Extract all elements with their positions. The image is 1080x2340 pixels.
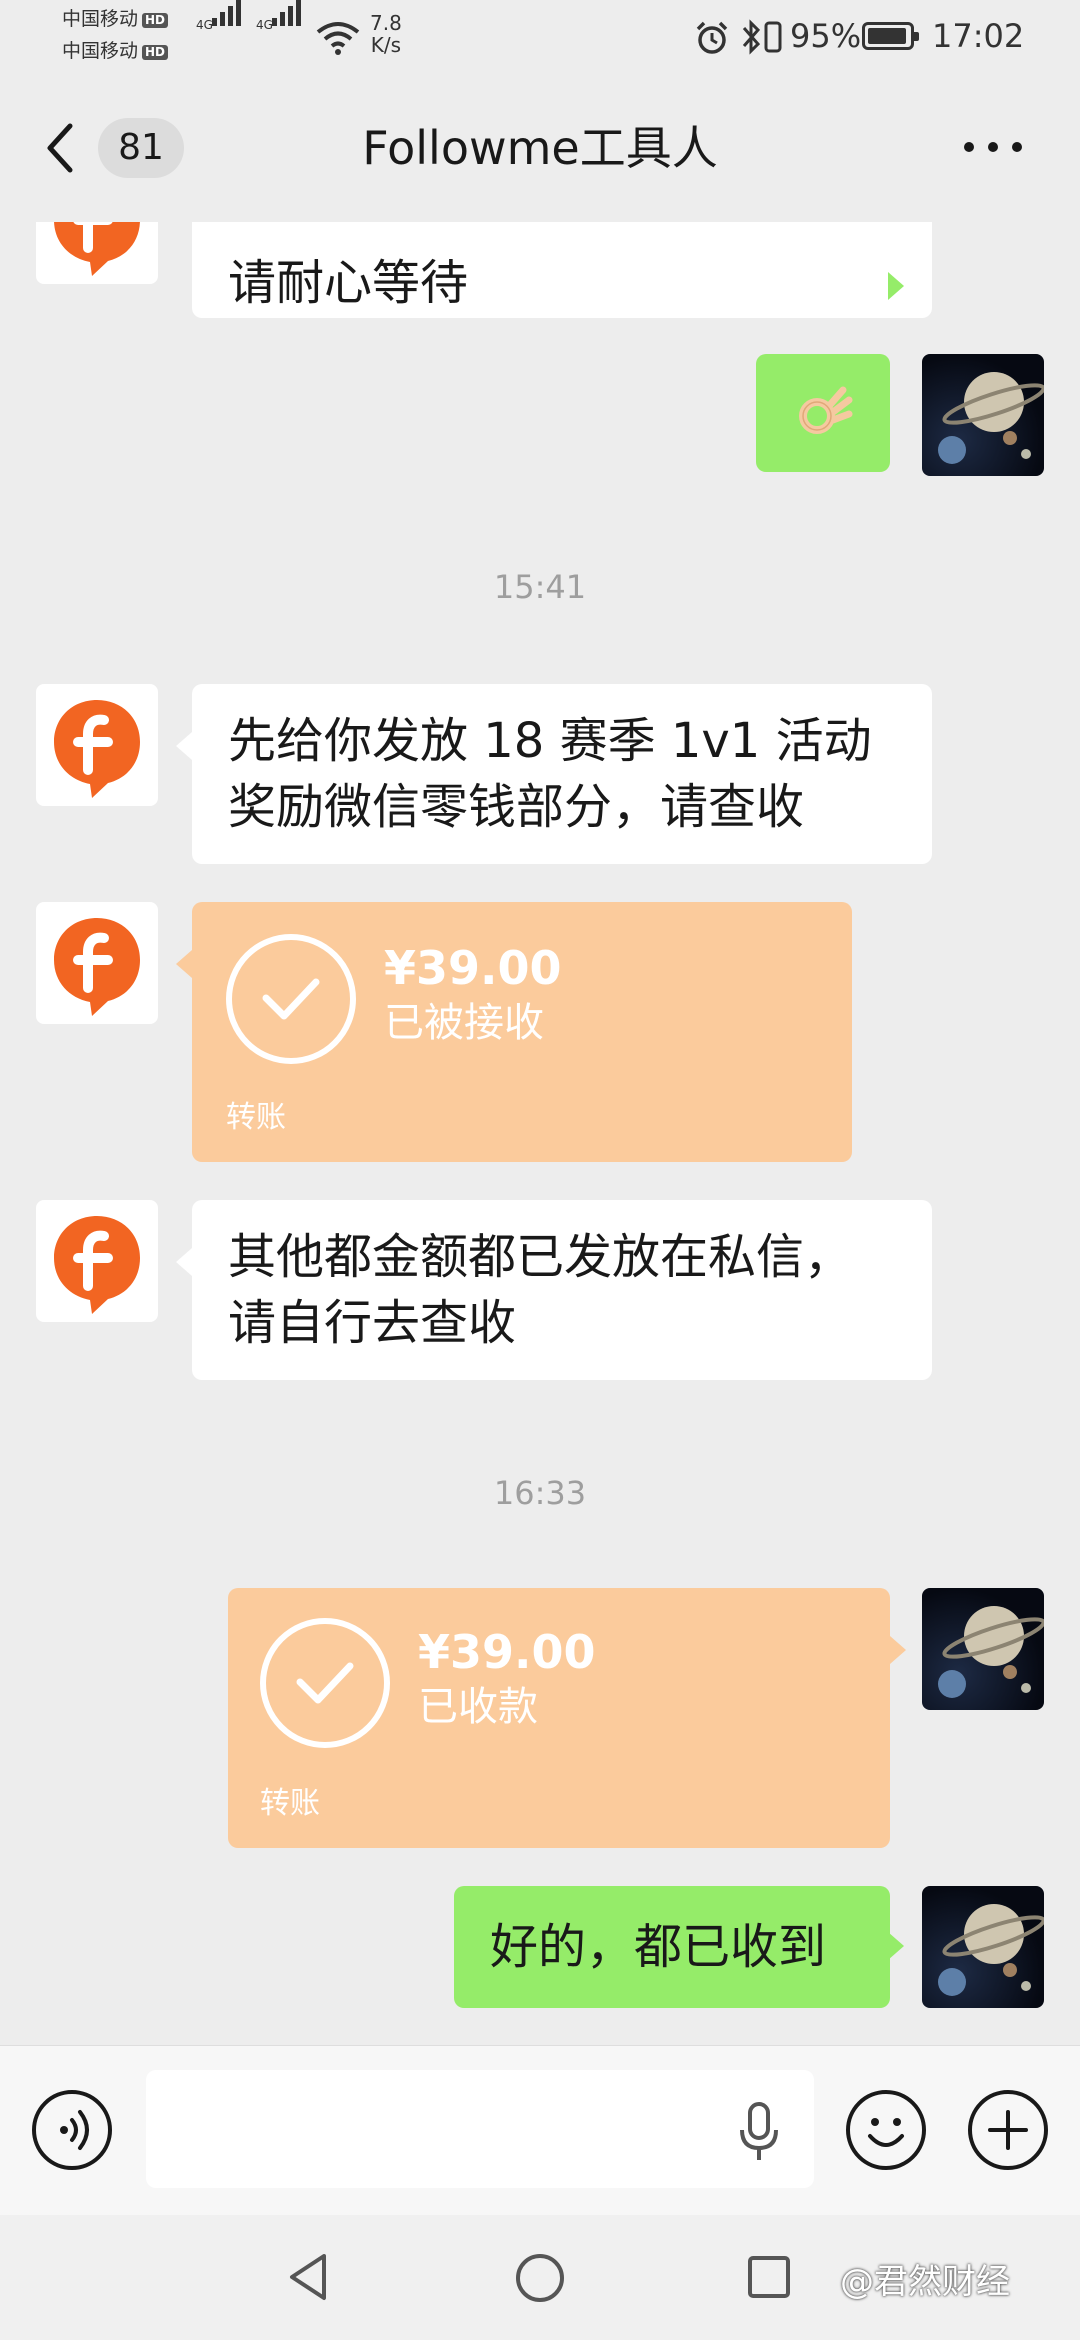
transfer-status: 已收款	[418, 1684, 538, 1730]
message-bubble[interactable]: 好的，都已收到	[454, 1886, 890, 2008]
saturn-image-icon	[938, 372, 1044, 464]
emoji-icon	[868, 2118, 904, 2147]
carrier-1: 中国移动 HD	[62, 8, 169, 30]
more-functions-button[interactable]	[968, 2090, 1048, 2170]
message-bubble[interactable]: 其他都金额都已发放在私信， 请自行去查收	[192, 1200, 932, 1380]
bubble-tail	[176, 950, 192, 978]
followme-logo-icon	[54, 918, 140, 1016]
saturn-image-icon	[938, 1606, 1044, 1698]
transfer-check-icon	[260, 1618, 390, 1748]
wifi-icon	[316, 22, 360, 55]
voice-button[interactable]	[32, 2090, 112, 2170]
nav-recents-icon[interactable]	[746, 2254, 792, 2300]
message-text-line: 先给你发放 18 赛季 1v1 活动	[228, 713, 872, 769]
transfer-label: 转账	[260, 1786, 320, 1821]
battery-icon	[862, 22, 919, 50]
self-avatar[interactable]	[922, 354, 1044, 476]
carrier-2: 中国移动 HD	[62, 40, 169, 62]
bubble-tail	[176, 732, 192, 760]
voice-icon	[60, 2110, 89, 2150]
transfer-amount: ¥39.00	[418, 1625, 596, 1679]
message-bubble[interactable]: 先给你发放 18 赛季 1v1 活动 奖励微信零钱部分，请查收	[192, 684, 932, 864]
transfer-check-icon	[226, 934, 356, 1064]
bubble-tail	[888, 272, 904, 300]
watermark: @君然财经	[840, 2262, 1010, 2302]
message-text-line: 请自行去查收	[228, 1295, 517, 1351]
transfer-card[interactable]: ¥39.00 已被接收 转账	[192, 902, 852, 1162]
message-bubble[interactable]: 请耐心等待	[192, 222, 932, 318]
transfer-label: 转账	[226, 1100, 286, 1135]
bubble-tail	[888, 1932, 904, 1960]
message-input[interactable]	[146, 2070, 814, 2188]
transfer-status: 已被接收	[384, 1000, 544, 1046]
alarm-icon	[696, 21, 728, 54]
nav-home-icon[interactable]	[514, 2252, 566, 2304]
chat-title: Followme工具人	[362, 121, 718, 175]
nav-back-icon[interactable]	[286, 2252, 332, 2302]
followme-avatar[interactable]	[36, 684, 158, 806]
network-speed: 7.8 K/s	[370, 11, 402, 57]
status-bar: 中国移动 HD 中国移动 HD 4G 4G 7.8 K/s 95% 17:02	[0, 0, 1080, 72]
saturn-image-icon	[938, 1904, 1044, 1996]
transfer-card[interactable]: ¥39.00 已收款 转账	[228, 1588, 890, 1848]
followme-avatar[interactable]	[36, 902, 158, 1024]
more-options-icon[interactable]	[960, 132, 1030, 162]
timestamp: 15:41	[493, 568, 587, 606]
signal-icon-1: 4G	[196, 0, 246, 54]
bluetooth-icon	[742, 19, 761, 55]
message-list[interactable]: 请耐心等待 15:41 先给你发放 18 赛季 1v1 活动 奖励微信零钱部分，…	[0, 222, 1080, 2045]
battery-percent: 95%	[790, 17, 862, 55]
followme-avatar[interactable]	[36, 1200, 158, 1322]
ok-hand-emoji-icon	[799, 386, 853, 434]
message-text-line: 奖励微信零钱部分，请查收	[228, 779, 805, 835]
bubble-tail	[890, 1636, 906, 1664]
self-avatar[interactable]	[922, 1588, 1044, 1710]
followme-avatar[interactable]	[36, 222, 158, 284]
message-bubble-emoji[interactable]	[756, 354, 890, 472]
vibrate-icon	[764, 21, 782, 53]
transfer-amount: ¥39.00	[384, 941, 562, 995]
followme-logo-icon	[54, 700, 140, 798]
emoji-button[interactable]	[846, 2090, 926, 2170]
self-avatar[interactable]	[922, 1886, 1044, 2008]
followme-logo-icon	[54, 1216, 140, 1314]
signal-icon-2: 4G	[256, 0, 306, 54]
bubble-tail	[176, 1248, 192, 1276]
message-text-line: 其他都金额都已发放在私信，	[228, 1229, 853, 1285]
plus-icon	[988, 2110, 1028, 2150]
followme-logo-icon	[54, 222, 140, 276]
timestamp: 16:33	[493, 1474, 587, 1512]
microphone-icon[interactable]	[736, 2100, 782, 2164]
clock: 17:02	[932, 17, 1025, 55]
message-text: 请耐心等待	[228, 255, 469, 311]
message-text: 好的，都已收到	[490, 1919, 827, 1975]
